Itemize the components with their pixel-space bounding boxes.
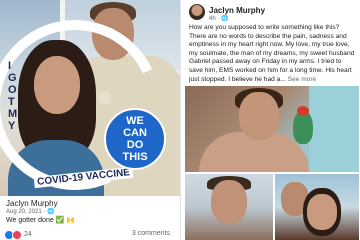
face [211, 180, 247, 224]
post-text: We gotter done ✅ 🙌 [6, 217, 76, 224]
see-more-link[interactable]: See more [288, 76, 317, 83]
left-post: I G O T M Y COVID-19 VACCINE WE CAN DO T… [0, 0, 180, 240]
post-photo-main[interactable] [185, 86, 359, 172]
author-name[interactable]: Jaclyn Murphy [6, 199, 58, 208]
post-body: How are you supposed to write something … [189, 24, 357, 84]
man-face [239, 92, 279, 140]
left-post-info: Jaclyn Murphy Aug 20, 2021 · 🌐 We gotter… [0, 196, 180, 240]
woman-face [307, 194, 337, 230]
badge-line: WE [126, 115, 144, 127]
we-can-do-this-badge: WE CAN DO THIS [104, 108, 166, 170]
post-body-text: How are you supposed to write something … [189, 24, 355, 83]
author-name[interactable]: Jaclyn Murphy [209, 6, 265, 15]
vaccine-profile-photo[interactable]: I G O T M Y COVID-19 VACCINE WE CAN DO T… [0, 0, 180, 196]
frame-letter: O [8, 84, 17, 96]
avatar[interactable] [189, 4, 205, 20]
reactions[interactable]: 24 [4, 229, 32, 240]
badge-line: CAN [123, 127, 147, 139]
badge-line: THIS [122, 151, 148, 163]
right-post: Jaclyn Murphy 4h · 🌐 How are you suppose… [180, 0, 360, 240]
frame-letter: Y [8, 120, 16, 132]
parrot [293, 106, 313, 144]
post-photo-third[interactable] [275, 174, 359, 240]
post-date[interactable]: Aug 20, 2021 · 🌐 [6, 208, 55, 215]
post-date[interactable]: 4h · 🌐 [209, 15, 228, 22]
bed-background [309, 86, 359, 172]
reaction-count: 24 [24, 231, 32, 238]
frame-letter: T [8, 96, 15, 108]
post-photo-second[interactable] [185, 174, 273, 240]
comments-link[interactable]: 3 comments [132, 230, 170, 237]
frame-letter: I [8, 60, 12, 72]
love-reaction-icon [12, 229, 22, 240]
frame-letter: G [8, 72, 17, 84]
frame-letter: M [8, 108, 18, 120]
frame-text: I G O T M Y [8, 60, 20, 132]
badge-line: DO [126, 139, 144, 151]
